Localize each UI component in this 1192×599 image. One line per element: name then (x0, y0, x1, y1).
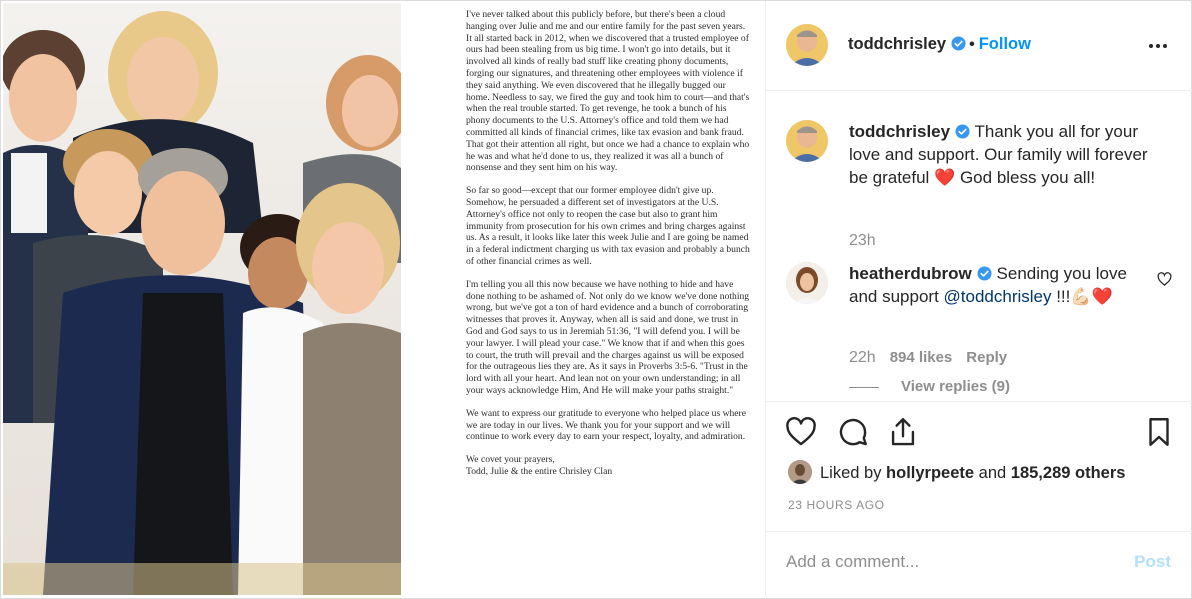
add-comment-bar: Post (766, 531, 1192, 599)
verified-badge-icon (951, 36, 966, 51)
post-timestamp[interactable]: 23 HOURS AGO (788, 498, 885, 512)
red-heart-emoji: ❤️ (934, 168, 956, 187)
post-comment-button[interactable]: Post (1134, 552, 1171, 572)
author-username[interactable]: toddchrisley (848, 35, 946, 53)
letter-paragraph-1: I've never talked about this publicly be… (466, 9, 750, 174)
comment-item: heatherdubrow Sending you love and suppo… (786, 262, 1176, 398)
liked-by-prefix: Liked by (820, 464, 887, 482)
comment-text-part-2: !!!💪🏻❤️ (1051, 287, 1113, 306)
letter-paragraph-2: So far so good—except that our former em… (466, 185, 750, 267)
post-header: toddchrisley • Follow (766, 1, 1192, 91)
caption-text-part-2: God bless you all! (955, 168, 1096, 187)
mention-link[interactable]: @toddchrisley (944, 287, 1052, 306)
post-side-panel: toddchrisley • Follow toddchrisley Thank y… (765, 1, 1192, 599)
view-replies-label: View replies (9) (901, 378, 1010, 395)
letter-signature: We covet your prayers, Todd, Julie & the… (466, 454, 613, 477)
caption-time[interactable]: 23h (849, 232, 876, 249)
like-comment-heart-icon[interactable] (1157, 272, 1172, 287)
comment-input[interactable] (786, 550, 1116, 574)
author-line: toddchrisley • Follow (848, 35, 1031, 54)
verified-badge-icon (977, 266, 992, 281)
caption-meta: 23h (849, 232, 876, 250)
statement-letter: I've never talked about this publicly be… (402, 3, 764, 595)
liker-avatar (788, 460, 812, 484)
caption-username[interactable]: toddchrisley (849, 122, 950, 141)
liked-by-count[interactable]: 185,289 others (1011, 464, 1126, 482)
bookmark-icon[interactable] (1142, 415, 1176, 449)
post-actions: Liked by hollyrpeete and 185,289 others … (766, 401, 1192, 531)
header-separator: • (969, 36, 975, 53)
commenter-avatar[interactable] (786, 262, 828, 304)
letter-paragraph-3: I'm telling you all this now because we … (466, 278, 750, 396)
more-options-icon[interactable] (1147, 35, 1171, 55)
comment-text: heatherdubrow Sending you love and suppo… (849, 262, 1129, 308)
instagram-post-window: I've never talked about this publicly be… (0, 0, 1192, 599)
family-photo-illustration (3, 11, 401, 595)
replies-divider-line (849, 386, 879, 388)
share-icon[interactable] (886, 415, 920, 449)
letter-paragraph-4: We want to express our gratitude to ever… (466, 407, 747, 443)
follow-button[interactable]: Follow (979, 35, 1031, 53)
comments-list: toddchrisley Thank you all for your love… (766, 92, 1192, 398)
liked-by-line[interactable]: Liked by hollyrpeete and 185,289 others (788, 460, 1125, 484)
comment-time[interactable]: 22h (849, 349, 876, 366)
author-avatar[interactable] (786, 24, 828, 66)
view-replies-button[interactable]: View replies (9) (849, 378, 1010, 395)
like-heart-icon[interactable] (784, 415, 818, 449)
comment-meta: 22h 894 likes Reply (849, 349, 1007, 367)
liked-by-user[interactable]: hollyrpeete (886, 464, 974, 482)
verified-badge-icon (955, 124, 970, 139)
comment-bubble-icon[interactable] (836, 415, 870, 449)
caption-author-avatar[interactable] (786, 120, 828, 162)
caption-text: toddchrisley Thank you all for your love… (849, 120, 1159, 189)
commenter-username[interactable]: heatherdubrow (849, 264, 972, 283)
liked-by-middle: and (974, 464, 1011, 482)
comment-likes[interactable]: 894 likes (890, 349, 953, 366)
reply-button[interactable]: Reply (966, 349, 1007, 366)
post-photo[interactable] (3, 3, 401, 595)
